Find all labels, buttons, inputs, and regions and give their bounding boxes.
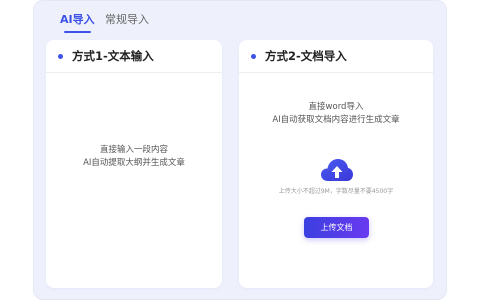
description-line: 直接输入一段内容 xyxy=(99,145,168,155)
bullet-dot-icon xyxy=(251,54,256,59)
card-description: 直接输入一段内容 AI自动提取大纲并生成文章 xyxy=(46,144,222,170)
tab-normal-import[interactable]: 常规导入 xyxy=(105,12,149,28)
card-header: 方式2-文档导入 xyxy=(239,40,433,73)
text-input-card[interactable]: 方式1-文本输入 直接输入一段内容 AI自动提取大纲并生成文章 xyxy=(46,40,222,288)
card-description: 直接word导入 AI自动获取文档内容进行生成文章 xyxy=(239,101,433,127)
description-line: AI自动获取文档内容进行生成文章 xyxy=(272,115,400,125)
card-header: 方式1-文本输入 xyxy=(46,40,222,73)
upload-document-button[interactable]: 上传文档 xyxy=(304,217,369,238)
bullet-dot-icon xyxy=(58,54,63,59)
description-line: AI自动提取大纲并生成文章 xyxy=(83,158,185,168)
tab-ai-import[interactable]: AI导入 xyxy=(60,12,95,33)
upload-limit-hint: 上传大小不超过9M，字数尽量不要4500字 xyxy=(278,188,394,195)
cloud-upload-icon[interactable] xyxy=(320,157,354,183)
description-line: 直接word导入 xyxy=(308,102,364,112)
doc-import-card: 方式2-文档导入 直接word导入 AI自动获取文档内容进行生成文章 上传大小不… xyxy=(239,40,433,288)
card-title: 方式2-文档导入 xyxy=(265,49,347,63)
card-title: 方式1-文本输入 xyxy=(72,49,154,63)
